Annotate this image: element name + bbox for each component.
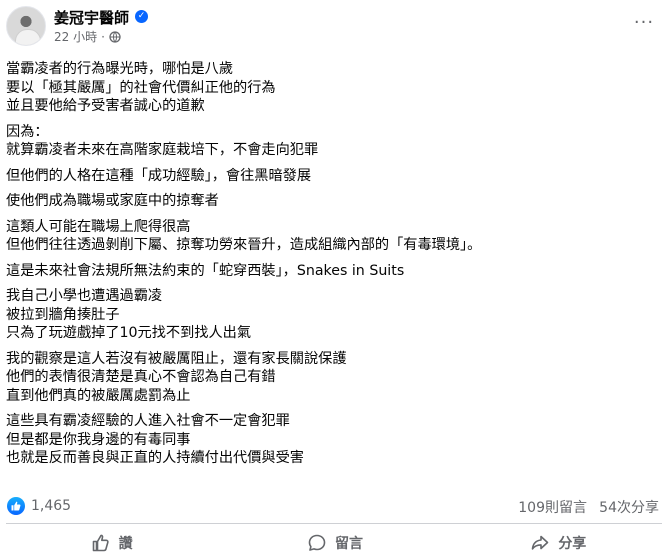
like-count[interactable]: 1,465 bbox=[31, 498, 71, 514]
globe-icon bbox=[109, 30, 121, 43]
post-meta: 22 小時 · bbox=[54, 28, 121, 45]
post-stats: 1,465 109則留言 54次分享 bbox=[0, 493, 670, 519]
share-icon bbox=[532, 535, 549, 550]
like-button-label: 讚 bbox=[118, 535, 133, 552]
post-paragraph: 因為： 就算霸凌者未來在高階家庭栽培下，不會走向犯罪 bbox=[6, 123, 319, 159]
share-count[interactable]: 54次分享 bbox=[599, 497, 659, 517]
comment-button[interactable]: 留言 bbox=[223, 526, 446, 559]
verified-badge-icon: ✓ bbox=[135, 10, 148, 23]
post-paragraph: 當霸凌者的行為曝光時，哪怕是八歲 要以「極其嚴厲」的社會代價糾正他的行為 並且要… bbox=[6, 61, 276, 114]
post-paragraph: 我的觀察是這人若沒有被嚴厲阻止，還有家長關說保護 他們的表情很清楚是真心不會認為… bbox=[6, 350, 347, 404]
comment-count[interactable]: 109則留言 bbox=[518, 497, 587, 517]
post-paragraph: 這些具有霸凌經驗的人進入社會不一定會犯罪 但是都是你我身邊的有毒同事 也就是反而… bbox=[6, 413, 304, 466]
post-paragraph: 我自己小學也遭遇過霸凌 被拉到牆角揍肚子 只為了玩遊戲掉了10元找不到找人出氣 bbox=[6, 288, 252, 341]
author-avatar[interactable] bbox=[6, 6, 46, 46]
post-time[interactable]: 22 小時 bbox=[54, 28, 97, 45]
comment-icon bbox=[308, 534, 326, 551]
post-card: 姜冠宇醫師 ✓ 22 小時 · ··· 當霸凌者的行為曝光時，哪怕是八歲 要以「… bbox=[0, 0, 670, 559]
meta-separator: · bbox=[101, 29, 105, 44]
post-header: 姜冠宇醫師 ✓ 22 小時 · ··· bbox=[0, 0, 670, 52]
more-options-icon[interactable]: ··· bbox=[632, 14, 656, 38]
divider bbox=[6, 523, 662, 524]
share-button[interactable]: 分享 bbox=[447, 526, 670, 559]
comment-button-label: 留言 bbox=[334, 535, 363, 552]
author-name[interactable]: 姜冠宇醫師 bbox=[54, 7, 129, 28]
thumbs-up-icon bbox=[92, 534, 109, 551]
post-paragraph: 這是未來社會法規所無法約束的「蛇穿西裝」，Snakes in Suits bbox=[6, 262, 405, 279]
post-paragraph: 使他們成為職場或家庭中的掠奪者 bbox=[6, 193, 219, 209]
post-body: 當霸凌者的行為曝光時，哪怕是八歲 要以「極其嚴厲」的社會代價糾正他的行為 並且要… bbox=[6, 60, 656, 475]
post-paragraph: 這類人可能在職場上爬得很高 但他們往往透過剝削下屬、掠奪功勞來晉升，造成組織內部… bbox=[6, 218, 482, 254]
like-button[interactable]: 讚 bbox=[0, 526, 223, 559]
action-bar: 讚 留言 分享 bbox=[0, 526, 670, 559]
share-button-label: 分享 bbox=[558, 535, 587, 552]
like-reaction-icon[interactable] bbox=[7, 497, 25, 515]
post-paragraph: 但他們的人格在這種「成功經驗」，會往黑暗發展 bbox=[6, 167, 312, 184]
